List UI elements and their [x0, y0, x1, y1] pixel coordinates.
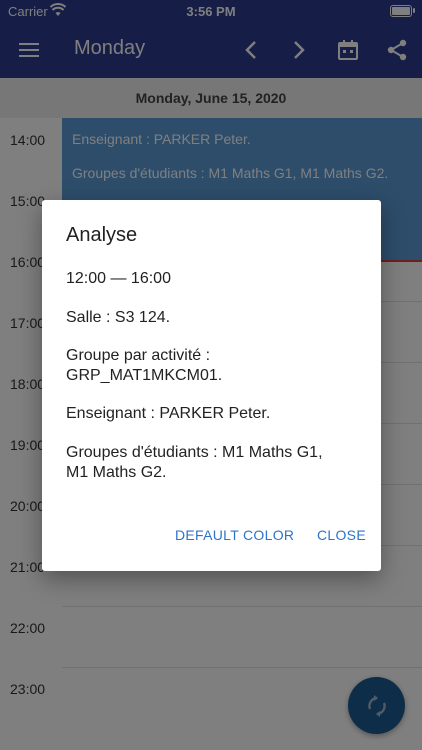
app-screen: Carrier 3:56 PM Monday — [0, 0, 422, 750]
dialog-activity-group-label: Groupe par activité : — [66, 347, 211, 364]
dialog-room: Salle : S3 124. — [66, 309, 171, 326]
dialog-title: Analyse — [66, 224, 138, 246]
event-details-dialog: Analyse 12:00 — 16:00 Salle : S3 124. Gr… — [42, 200, 381, 571]
dialog-student-groups-line2: M1 Maths G2. — [66, 464, 167, 481]
close-button[interactable]: CLOSE — [317, 527, 366, 543]
default-color-button[interactable]: DEFAULT COLOR — [175, 527, 294, 543]
dialog-teacher: Enseignant : PARKER Peter. — [66, 405, 271, 422]
dialog-student-groups-line1: Groupes d'étudiants : M1 Maths G1, — [66, 444, 323, 461]
dialog-activity-group-value: GRP_MAT1MKCM01. — [66, 367, 223, 384]
dialog-time-range: 12:00 — 16:00 — [66, 270, 171, 287]
